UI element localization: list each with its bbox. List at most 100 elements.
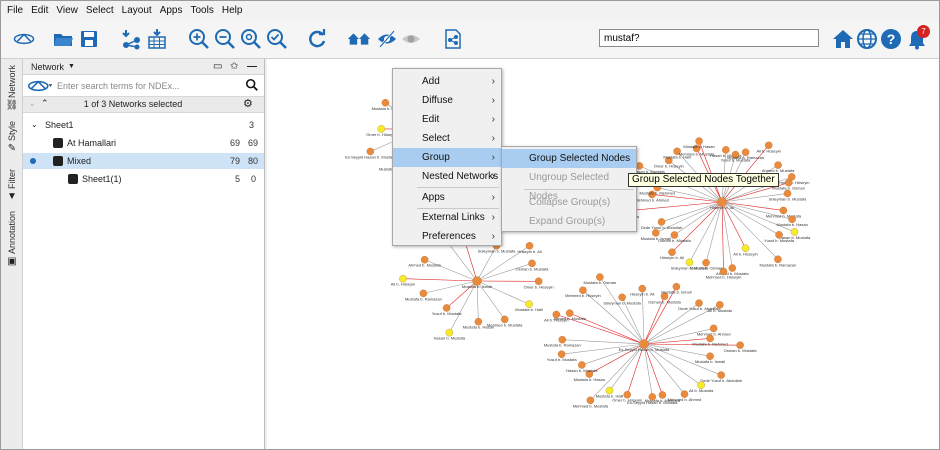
- ctx-item-label: Group: [422, 152, 450, 163]
- import-table-icon[interactable]: [145, 27, 169, 51]
- node-label: Dede Yusuf b. Abdullah: [700, 378, 742, 383]
- ctx-item-preferences[interactable]: Preferences ›: [393, 227, 501, 246]
- first-neighbors-icon[interactable]: [345, 27, 373, 51]
- submenu-group-selected-nodes[interactable]: Group Selected Nodes: [502, 149, 636, 168]
- menu-separator: [524, 189, 634, 190]
- ctx-item-apps[interactable]: Apps ›: [393, 188, 501, 207]
- node-label: Ömer b. Hüseyin: [524, 284, 554, 289]
- pin-icon[interactable]: ✩: [230, 61, 238, 72]
- menu-select[interactable]: Select: [84, 1, 120, 21]
- node-label: Hüseyin b. Ali: [630, 292, 654, 297]
- node-label: Mustafa b. İsmail: [695, 359, 725, 364]
- menu-help[interactable]: Help: [220, 1, 249, 21]
- node-label: Ali b. Mustafa: [708, 308, 733, 313]
- search-icon[interactable]: [245, 78, 261, 94]
- submenu-collapse-groups[interactable]: Collapse Group(s): [502, 193, 636, 212]
- submenu-ungroup-selected-nodes[interactable]: Ungroup Selected Nodes: [502, 168, 636, 202]
- ctx-item-edit[interactable]: Edit ›: [393, 110, 501, 129]
- gear-icon[interactable]: ⚙: [243, 97, 253, 110]
- minimize-icon[interactable]: —: [247, 61, 257, 72]
- tree-row-name: At Hamallari: [67, 138, 117, 148]
- current-network-dot: [30, 158, 36, 164]
- home-icon[interactable]: [831, 27, 855, 51]
- node-label: Mustafa b. Ramazan: [727, 155, 764, 160]
- ctx-item-label: Add: [422, 76, 440, 87]
- node-label: Süleyman b. Mustafa: [603, 300, 641, 305]
- tab-annotation[interactable]: Annotation ▣: [1, 211, 23, 267]
- ctx-item-diffuse[interactable]: Diffuse ›: [393, 91, 501, 110]
- ndex-search-input[interactable]: Enter search terms for NDEx...: [57, 78, 253, 94]
- tree-row-sheet1[interactable]: ⌄ Sheet1 3: [23, 117, 264, 133]
- ctx-item-group[interactable]: Group ›: [393, 148, 501, 167]
- funnel-icon: ▼: [7, 191, 17, 202]
- edge-count: 69: [248, 138, 259, 148]
- ctx-item-label: Diffuse: [422, 95, 453, 106]
- ctx-item-add[interactable]: Add ›: [393, 72, 501, 91]
- ndex-search-row: Enter search terms for NDEx...: [23, 75, 264, 97]
- tree-row-name: Sheet1(1): [82, 174, 122, 184]
- zoom-out-icon[interactable]: [213, 27, 237, 51]
- web-icon[interactable]: [855, 27, 879, 51]
- ndex-logo-icon[interactable]: [27, 78, 53, 94]
- tab-filter[interactable]: Filter ▼: [1, 169, 23, 202]
- open-folder-icon[interactable]: [51, 27, 75, 51]
- menu-edit[interactable]: Edit: [29, 1, 54, 21]
- network-graph[interactable]: Mehmed b. Mustafa Mustafa b. Hasan Hasan b…: [267, 59, 939, 449]
- zoom-selected-icon[interactable]: [239, 27, 263, 51]
- edge[interactable]: [590, 343, 645, 401]
- network-search-input[interactable]: [599, 29, 819, 47]
- new-network-from-selection-icon[interactable]: [441, 27, 465, 51]
- node-label: Mustafa b. Halil: [596, 394, 624, 399]
- tree-row-sheet1-1[interactable]: Sheet1(1) 5 0: [23, 171, 264, 187]
- refresh-icon[interactable]: [305, 27, 329, 51]
- hide-selected-icon[interactable]: [375, 27, 399, 51]
- ctx-item-external-links[interactable]: External Links ›: [393, 208, 501, 227]
- menu-tools[interactable]: Tools: [188, 1, 219, 21]
- node-label: Süleyman b. Mustafa: [769, 196, 807, 201]
- node-label: Süleyman b. Mustafa: [478, 249, 516, 254]
- zoom-fit-icon[interactable]: [265, 27, 289, 51]
- menu-apps[interactable]: Apps: [158, 1, 189, 21]
- edge[interactable]: [403, 278, 478, 282]
- chevron-right-icon: ›: [491, 95, 495, 106]
- network-share-icon: [53, 156, 63, 166]
- import-network-icon[interactable]: [119, 27, 143, 51]
- network-canvas[interactable]: Mehmed b. Mustafa Mustafa b. Hasan Hasan b…: [267, 59, 939, 449]
- node-label: Es-Seyyid Hasan b. Mustafa: [619, 347, 670, 352]
- cytoscape-window: File Edit View Select Layout Apps Tools …: [0, 0, 940, 450]
- cytoscape-logo-icon[interactable]: [9, 27, 39, 51]
- tab-network-label: Network: [7, 65, 17, 99]
- node-label: Mustafa b. Hasan: [574, 377, 605, 382]
- node-label: Ali b. Hüseyin: [391, 282, 415, 287]
- float-panel-icon[interactable]: ▭: [213, 61, 222, 72]
- submenu-expand-groups[interactable]: Expand Group(s): [502, 212, 636, 231]
- edge[interactable]: [721, 201, 724, 272]
- save-icon[interactable]: [77, 27, 101, 51]
- toolbar: ? 7: [1, 21, 939, 59]
- menu-file[interactable]: File: [5, 1, 29, 21]
- node-label: Mehmed b. Mustafa: [766, 213, 802, 218]
- node-label: Ali b. Mustafa: [689, 388, 714, 393]
- node-label: Mustafa b. İsmail: [661, 290, 691, 295]
- edge[interactable]: [641, 288, 645, 345]
- panel-dropdown-icon[interactable]: ▼: [68, 63, 75, 70]
- node-label: Hüseyin b. Ali: [517, 249, 541, 254]
- show-all-icon[interactable]: [399, 27, 423, 51]
- menu-view[interactable]: View: [54, 1, 84, 21]
- ctx-item-nested-networks[interactable]: Nested Networks ›: [393, 167, 501, 186]
- tree-row-mixed[interactable]: Mixed 79 80: [23, 153, 264, 169]
- edge[interactable]: [582, 289, 645, 345]
- menu-layout[interactable]: Layout: [120, 1, 158, 21]
- ctx-item-label: Preferences: [422, 231, 476, 242]
- help-icon[interactable]: ?: [879, 27, 903, 51]
- tab-annotation-label: Annotation: [7, 211, 17, 255]
- chevron-down-icon[interactable]: ⌄: [31, 117, 38, 133]
- node-label: Mustafa b. Ramazan: [544, 343, 581, 348]
- tab-style[interactable]: Style ✎: [1, 121, 23, 154]
- zoom-in-icon[interactable]: [187, 27, 211, 51]
- tree-row-at-hamallari[interactable]: At Hamallari 69 69: [23, 135, 264, 151]
- chevron-right-icon: ›: [491, 76, 495, 87]
- edge-count: 80: [248, 156, 259, 166]
- ctx-item-select[interactable]: Select ›: [393, 129, 501, 148]
- tab-network[interactable]: Network ⛓: [1, 65, 23, 111]
